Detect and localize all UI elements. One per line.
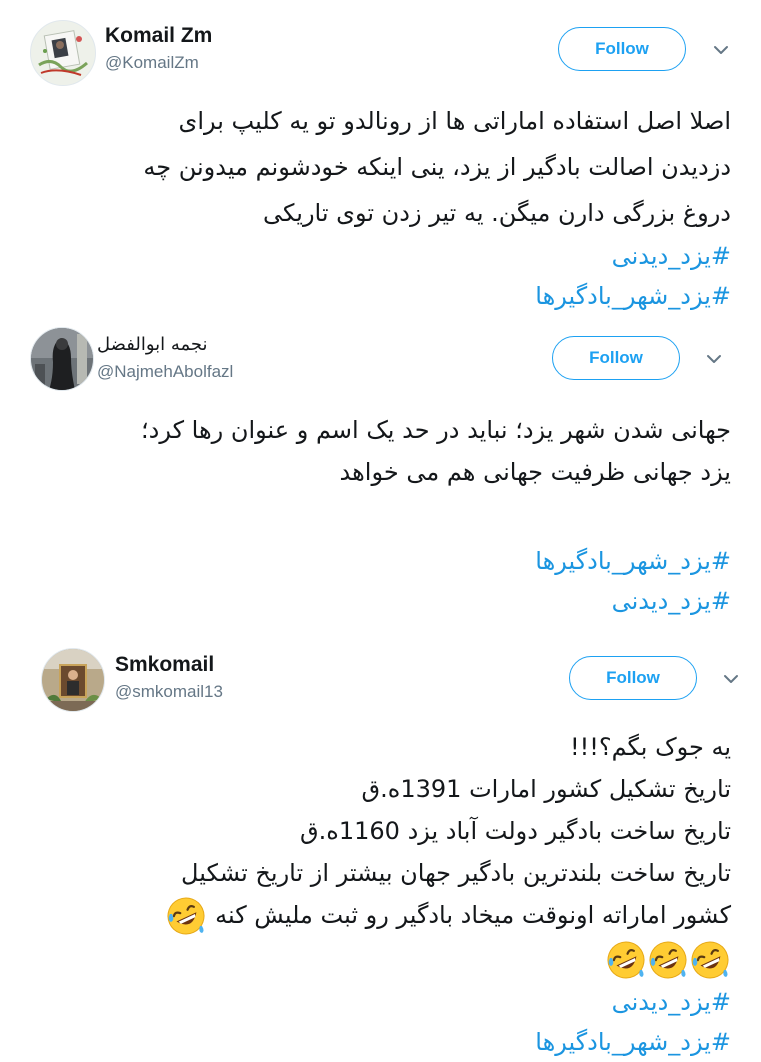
follow-button[interactable]: Follow [558,27,686,71]
tweet-line: تاریخ تشکیل کشور امارات 1391ه.ق [361,775,731,803]
rolling-on-floor-laughing-emoji [649,941,687,979]
display-name[interactable]: نجمه ابوالفضل [97,334,208,355]
chevron-down-icon[interactable] [703,348,725,370]
emoji-row [165,936,731,982]
user-handle[interactable]: @NajmehAbolfazl [97,362,233,382]
hashtag-link[interactable]: #یزد_شهر_بادگیرها [165,1022,731,1062]
tweet-gap [141,493,731,535]
tweet-text: جهانی شدن شهر یزد؛ نباید در حد یک اسم و … [141,409,731,621]
tweet-line: تاریخ ساخت بلندترین بادگیر جهان بیشتر از… [181,859,731,887]
display-name[interactable]: Komail Zm [105,24,212,48]
chevron-down-icon[interactable] [710,39,732,61]
tweet-line: دروغ بزرگی دارن میگن. یه تیر زدن توی تار… [263,199,731,227]
tweet-line: جهانی شدن شهر یزد؛ نباید در حد یک اسم و … [141,416,731,444]
tweet-line: یه جوک بگم؟!!! [569,733,731,761]
avatar[interactable] [41,648,105,712]
avatar[interactable] [30,20,96,86]
hashtag-link[interactable]: #یزد_دیدنی [143,236,731,276]
tweet-text: یه جوک بگم؟!!! تاریخ تشکیل کشور امارات 1… [165,726,731,1062]
user-handle[interactable]: @KomailZm [105,53,199,73]
display-name[interactable]: Smkomail [115,653,214,677]
tweet-line-with-emoji: کشور اماراته اونوقت میخاد بادگیر رو ثبت … [165,894,731,936]
tweet-line: تاریخ ساخت بادگیر دولت آباد یزد 1160ه.ق [300,817,731,845]
hashtag-link[interactable]: #یزد_دیدنی [165,982,731,1022]
follow-button[interactable]: Follow [552,336,680,380]
tweet-line: یزد جهانی ظرفیت جهانی هم می خواهد [339,458,731,486]
hashtag-link[interactable]: #یزد_شهر_بادگیرها [141,541,731,581]
follow-button[interactable]: Follow [569,656,697,700]
chevron-down-icon[interactable] [720,668,742,690]
rolling-on-floor-laughing-emoji [607,941,645,979]
rolling-on-floor-laughing-emoji [167,897,205,935]
user-handle[interactable]: @smkomail13 [115,682,223,702]
hashtag-link[interactable]: #یزد_شهر_بادگیرها [143,276,731,316]
avatar[interactable] [30,327,94,391]
tweet-line: دزدیدن اصالت بادگیر از یزد، ینی اینکه خو… [143,153,731,181]
tweet-line: اصلا اصل استفاده اماراتی ها از رونالدو ت… [178,107,731,135]
hashtag-link[interactable]: #یزد_دیدنی [141,581,731,621]
tweet-line: کشور اماراته اونوقت میخاد بادگیر رو ثبت … [215,901,731,929]
rolling-on-floor-laughing-emoji [691,941,729,979]
tweet-text: اصلا اصل استفاده اماراتی ها از رونالدو ت… [143,98,731,316]
